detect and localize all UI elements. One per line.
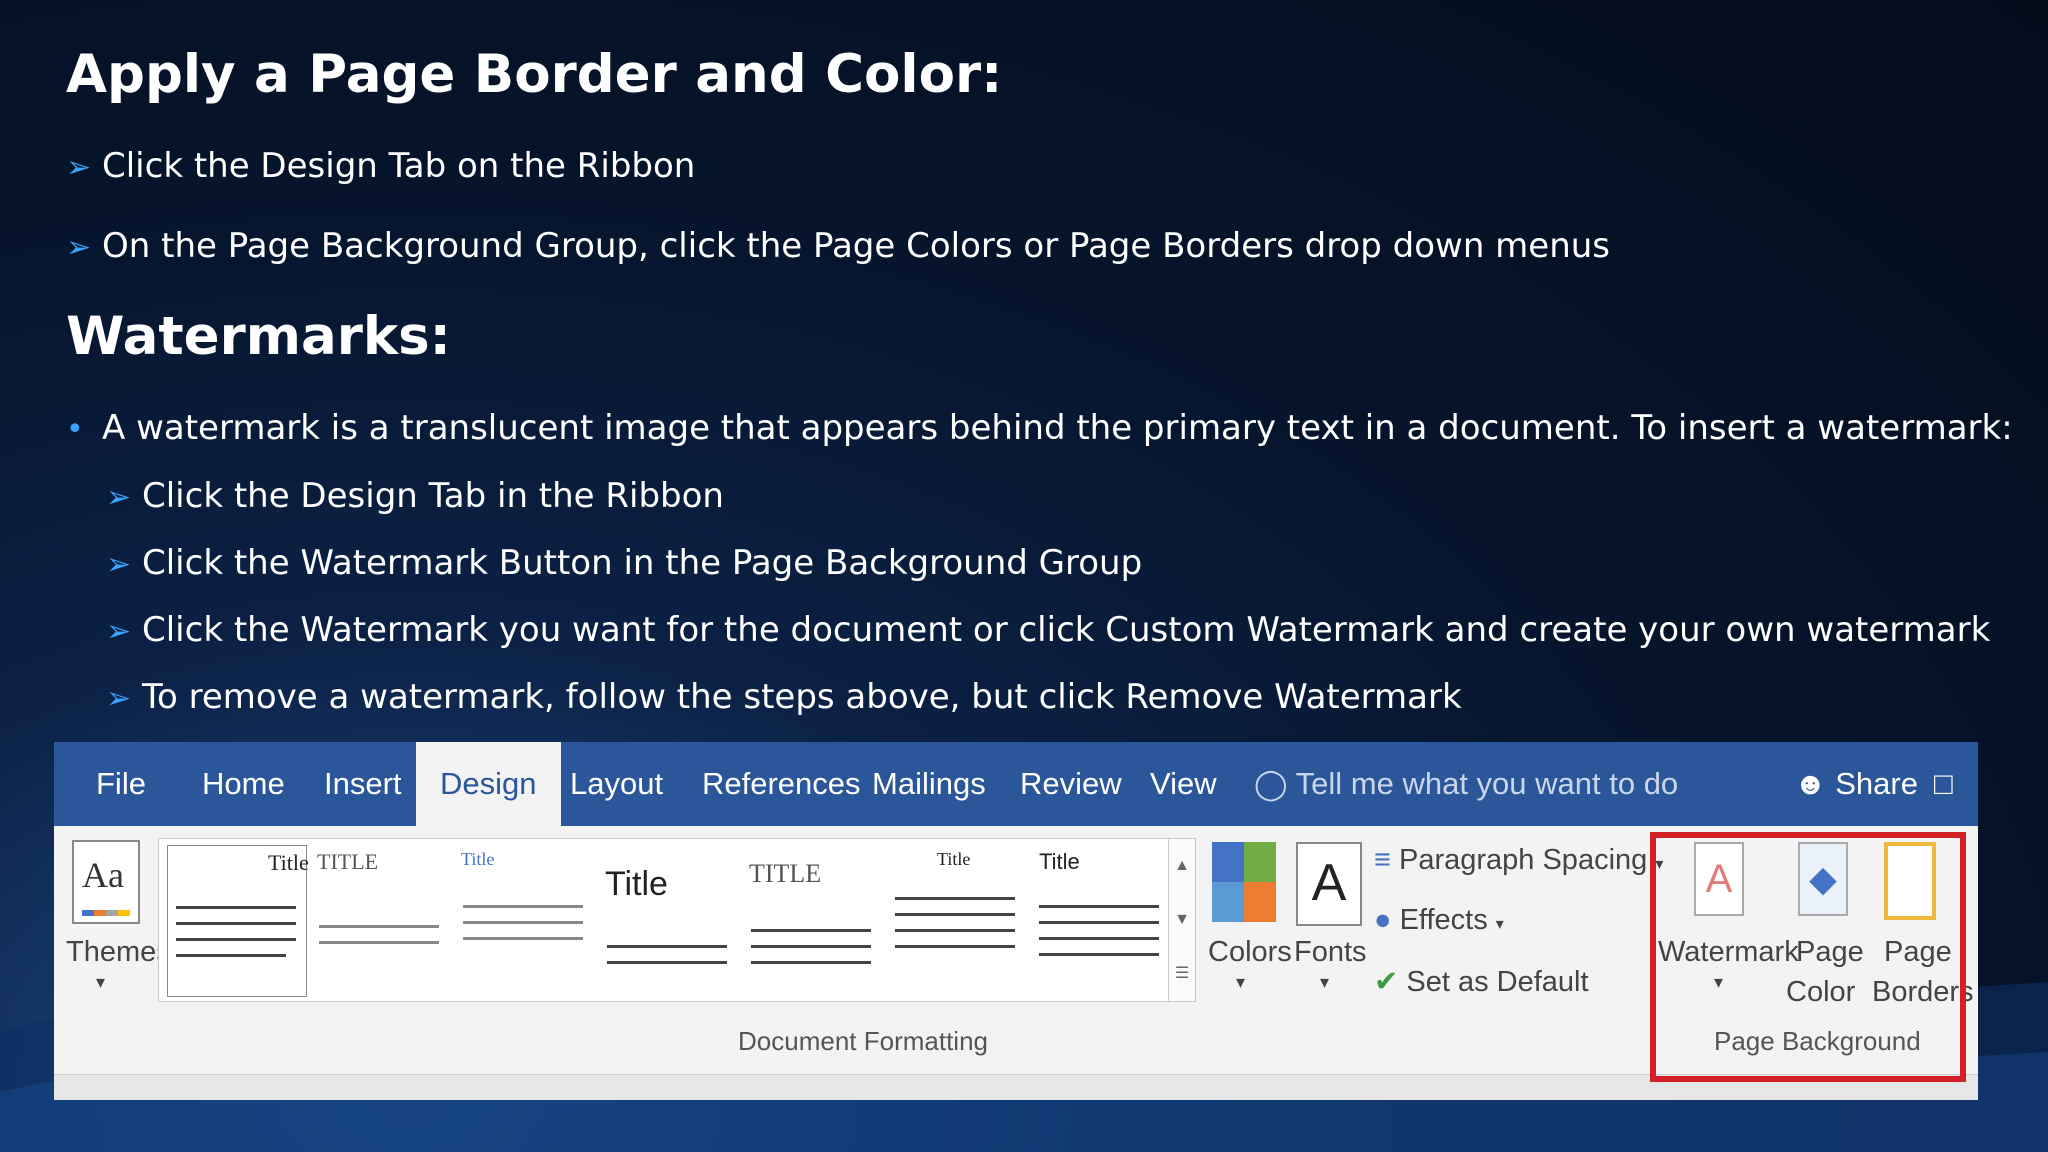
share-button[interactable]: ☻ Share [1794, 742, 1918, 826]
tab-file[interactable]: File [96, 742, 146, 826]
arrow-bullet-icon: ➢ [106, 480, 132, 515]
style-thumb[interactable]: TITLE [743, 845, 881, 995]
style-thumb-title: TITLE [317, 849, 379, 874]
step-page-background: ➢ On the Page Background Group, click the… [66, 226, 1610, 266]
gallery-scroll[interactable]: ▲ ▼ ☰ [1168, 839, 1195, 1001]
substep-design-tab: ➢ Click the Design Tab in the Ribbon [106, 476, 724, 516]
style-thumb-title: TITLE [749, 859, 822, 888]
ribbon-tab-bar: File Home Insert Design Layout Reference… [54, 742, 1978, 826]
arrow-bullet-icon: ➢ [106, 614, 132, 649]
tell-me-search[interactable]: ◯ Tell me what you want to do [1254, 742, 1678, 826]
paragraph-spacing-label: Paragraph Spacing [1398, 844, 1648, 876]
step-design-tab: ➢ Click the Design Tab on the Ribbon [66, 146, 695, 186]
tab-review[interactable]: Review [1020, 742, 1122, 826]
style-thumb-title: Title [937, 849, 971, 869]
chevron-down-icon: ▾ [1495, 916, 1504, 933]
step-text: On the Page Background Group, click the … [102, 226, 1611, 266]
tab-insert[interactable]: Insert [324, 742, 402, 826]
step-text: Click the Design Tab on the Ribbon [102, 146, 696, 186]
arrow-bullet-icon: ➢ [106, 681, 132, 716]
style-gallery[interactable]: Title TITLE Title Title TITLE Title Titl… [158, 838, 1196, 1002]
bullet-watermark-definition: • A watermark is a translucent image that… [66, 408, 2013, 448]
page-background-highlight [1650, 832, 1966, 1082]
share-label: Share [1835, 766, 1918, 801]
tab-layout[interactable]: Layout [570, 742, 663, 826]
colors-label: Colors [1208, 936, 1292, 968]
effects-label: Effects [1399, 904, 1488, 936]
substep-watermark-button: ➢ Click the Watermark Button in the Page … [106, 543, 1142, 583]
tab-references[interactable]: References [702, 742, 861, 826]
tab-home[interactable]: Home [202, 742, 285, 826]
style-thumb[interactable]: Title [455, 845, 593, 995]
step-text: Click the Watermark Button in the Page B… [142, 543, 1143, 583]
arrow-bullet-icon: ➢ [66, 150, 92, 185]
effects-icon: ● [1374, 904, 1392, 936]
bullet-dot-icon: • [66, 412, 84, 447]
arrow-bullet-icon: ➢ [106, 547, 132, 582]
set-as-default-button[interactable]: ✔ Set as Default [1374, 964, 1589, 999]
substep-choose-watermark: ➢ Click the Watermark you want for the do… [106, 610, 1990, 650]
substep-remove-watermark: ➢ To remove a watermark, follow the steps… [106, 677, 1462, 717]
bullet-text: A watermark is a translucent image that … [102, 408, 2013, 448]
effects-button[interactable]: ● Effects ▾ [1374, 904, 1504, 937]
arrow-bullet-icon: ➢ [66, 230, 92, 265]
style-thumb[interactable]: TITLE [311, 845, 449, 995]
document-formatting-label: Document Formatting [738, 1026, 988, 1056]
paragraph-spacing-icon: ≡ [1374, 844, 1391, 876]
themes-label: Themes [66, 936, 171, 968]
lightbulb-icon: ◯ [1254, 768, 1288, 801]
heading-watermarks: Watermarks: [66, 306, 451, 367]
ribbon-screenshot: File Home Insert Design Layout Reference… [54, 742, 1978, 1100]
style-thumb-title: Title [461, 849, 495, 869]
step-text: Click the Design Tab in the Ribbon [142, 476, 724, 516]
chevron-down-icon: ▾ [96, 972, 106, 992]
fonts-icon[interactable]: A [1296, 842, 1362, 926]
set-as-default-label: Set as Default [1406, 966, 1589, 998]
style-thumb-title: Title [1039, 849, 1080, 874]
style-thumb[interactable]: Title [599, 845, 737, 995]
fonts-label: Fonts [1294, 936, 1367, 968]
tab-design[interactable]: Design [416, 742, 561, 826]
step-text: To remove a watermark, follow the steps … [142, 677, 1462, 717]
chevron-down-icon: ▾ [1236, 972, 1246, 992]
comments-icon[interactable]: □ [1934, 742, 1953, 826]
tab-view[interactable]: View [1150, 742, 1217, 826]
style-thumb[interactable]: Title [1031, 845, 1169, 995]
step-text: Click the Watermark you want for the doc… [142, 610, 1991, 650]
chevron-down-icon: ▾ [1320, 972, 1330, 992]
heading-page-border: Apply a Page Border and Color: [66, 44, 1003, 105]
paragraph-spacing-button[interactable]: ≡ Paragraph Spacing ▾ [1374, 844, 1663, 877]
check-icon: ✔ [1374, 966, 1399, 998]
style-thumb[interactable]: Title [887, 845, 1025, 995]
tab-mailings[interactable]: Mailings [872, 742, 986, 826]
style-thumb-title: Title [605, 865, 668, 903]
tell-me-text: Tell me what you want to do [1295, 766, 1679, 801]
person-icon: ☻ [1794, 766, 1827, 801]
style-thumb[interactable]: Title [167, 845, 309, 997]
style-thumb-title: Title [268, 850, 309, 875]
colors-icon[interactable] [1212, 842, 1276, 922]
themes-icon[interactable]: Aa [72, 840, 140, 924]
